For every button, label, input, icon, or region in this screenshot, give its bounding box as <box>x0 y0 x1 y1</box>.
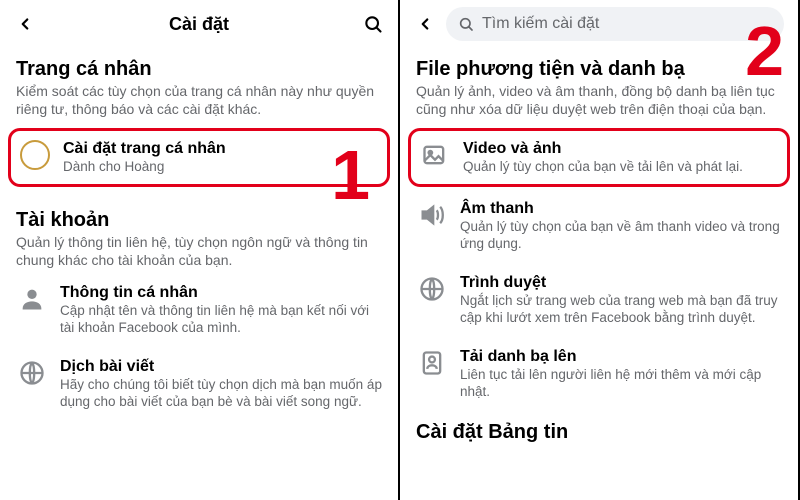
chevron-left-icon <box>16 15 34 33</box>
row-body: Tải danh bạ lên Liên tục tải lên người l… <box>460 347 782 401</box>
row-title: Cài đặt trang cá nhân <box>63 139 379 158</box>
row-video-photo[interactable]: Video và ảnh Quản lý tùy chọn của bạn về… <box>419 139 779 176</box>
row-browser[interactable]: Trình duyệt Ngắt lịch sử trang web của t… <box>400 263 798 337</box>
row-sub: Cập nhật tên và thông tin liên hệ mà bạn… <box>60 303 382 337</box>
section-profile: Trang cá nhân Kiểm soát các tùy chọn của… <box>0 48 398 122</box>
row-sub: Ngắt lịch sử trang web của trang web mà … <box>460 293 782 327</box>
row-title: Tải danh bạ lên <box>460 347 782 366</box>
row-translate[interactable]: Dịch bài viết Hãy cho chúng tôi biết tùy… <box>0 347 398 421</box>
section-desc: Quản lý thông tin liên hệ, tùy chọn ngôn… <box>16 234 382 269</box>
section-title: File phương tiện và danh bạ <box>416 58 782 81</box>
globe-arrow-icon <box>16 357 48 389</box>
search-button[interactable] <box>362 13 384 35</box>
row-upload-contacts[interactable]: Tải danh bạ lên Liên tục tải lên người l… <box>400 337 798 411</box>
row-sub: Dành cho Hoàng <box>63 159 379 176</box>
header: Tìm kiếm cài đặt <box>400 0 798 48</box>
section-title: Cài đặt Bảng tin <box>416 421 782 444</box>
row-title: Âm thanh <box>460 199 782 218</box>
row-profile-settings[interactable]: Cài đặt trang cá nhân Dành cho Hoàng <box>19 139 379 176</box>
row-body: Video và ảnh Quản lý tùy chọn của bạn về… <box>463 139 779 176</box>
row-title: Video và ảnh <box>463 139 779 158</box>
row-body: Trình duyệt Ngắt lịch sử trang web của t… <box>460 273 782 327</box>
header: Cài đặt <box>0 0 398 48</box>
section-newsfeed: Cài đặt Bảng tin <box>400 411 798 446</box>
section-desc: Kiểm soát các tùy chọn của trang cá nhân… <box>16 83 382 118</box>
row-sub: Quản lý tùy chọn của bạn về âm thanh vid… <box>460 219 782 253</box>
search-icon <box>363 14 383 34</box>
chevron-left-icon <box>416 15 434 33</box>
row-body: Dịch bài viết Hãy cho chúng tôi biết tùy… <box>60 357 382 411</box>
row-sub: Liên tục tải lên người liên hệ mới thêm … <box>460 367 782 401</box>
section-title: Trang cá nhân <box>16 58 382 81</box>
avatar-icon <box>19 139 51 171</box>
section-title: Tài khoản <box>16 209 382 232</box>
row-body: Âm thanh Quản lý tùy chọn của bạn về âm … <box>460 199 782 253</box>
section-desc: Quản lý ảnh, video và âm thanh, đồng bộ … <box>416 83 782 118</box>
highlight-box-2: Video và ảnh Quản lý tùy chọn của bạn về… <box>408 128 790 187</box>
search-input[interactable]: Tìm kiếm cài đặt <box>446 7 784 41</box>
highlight-box-1: Cài đặt trang cá nhân Dành cho Hoàng <box>8 128 390 187</box>
section-account: Tài khoản Quản lý thông tin liên hệ, tùy… <box>0 199 398 273</box>
row-personal-info[interactable]: Thông tin cá nhân Cập nhật tên và thông … <box>0 273 398 347</box>
row-sub: Quản lý tùy chọn của bạn về tải lên và p… <box>463 159 779 176</box>
row-sub: Hãy cho chúng tôi biết tùy chọn dịch mà … <box>60 377 382 411</box>
person-icon <box>16 283 48 315</box>
row-body: Cài đặt trang cá nhân Dành cho Hoàng <box>63 139 379 176</box>
back-button[interactable] <box>414 13 436 35</box>
row-title: Thông tin cá nhân <box>60 283 382 302</box>
contacts-icon <box>416 347 448 379</box>
globe-icon <box>416 273 448 305</box>
row-title: Trình duyệt <box>460 273 782 292</box>
speaker-icon <box>416 199 448 231</box>
row-body: Thông tin cá nhân Cập nhật tên và thông … <box>60 283 382 337</box>
images-icon <box>419 139 451 171</box>
row-audio[interactable]: Âm thanh Quản lý tùy chọn của bạn về âm … <box>400 189 798 263</box>
search-placeholder: Tìm kiếm cài đặt <box>482 15 599 33</box>
search-icon <box>458 16 474 32</box>
back-button[interactable] <box>14 13 36 35</box>
row-title: Dịch bài viết <box>60 357 382 376</box>
page-title: Cài đặt <box>46 14 352 35</box>
settings-panel-left: Cài đặt Trang cá nhân Kiểm soát các tùy … <box>0 0 400 500</box>
settings-panel-right: Tìm kiếm cài đặt 2 File phương tiện và d… <box>400 0 800 500</box>
section-media-contacts: File phương tiện và danh bạ Quản lý ảnh,… <box>400 48 798 122</box>
